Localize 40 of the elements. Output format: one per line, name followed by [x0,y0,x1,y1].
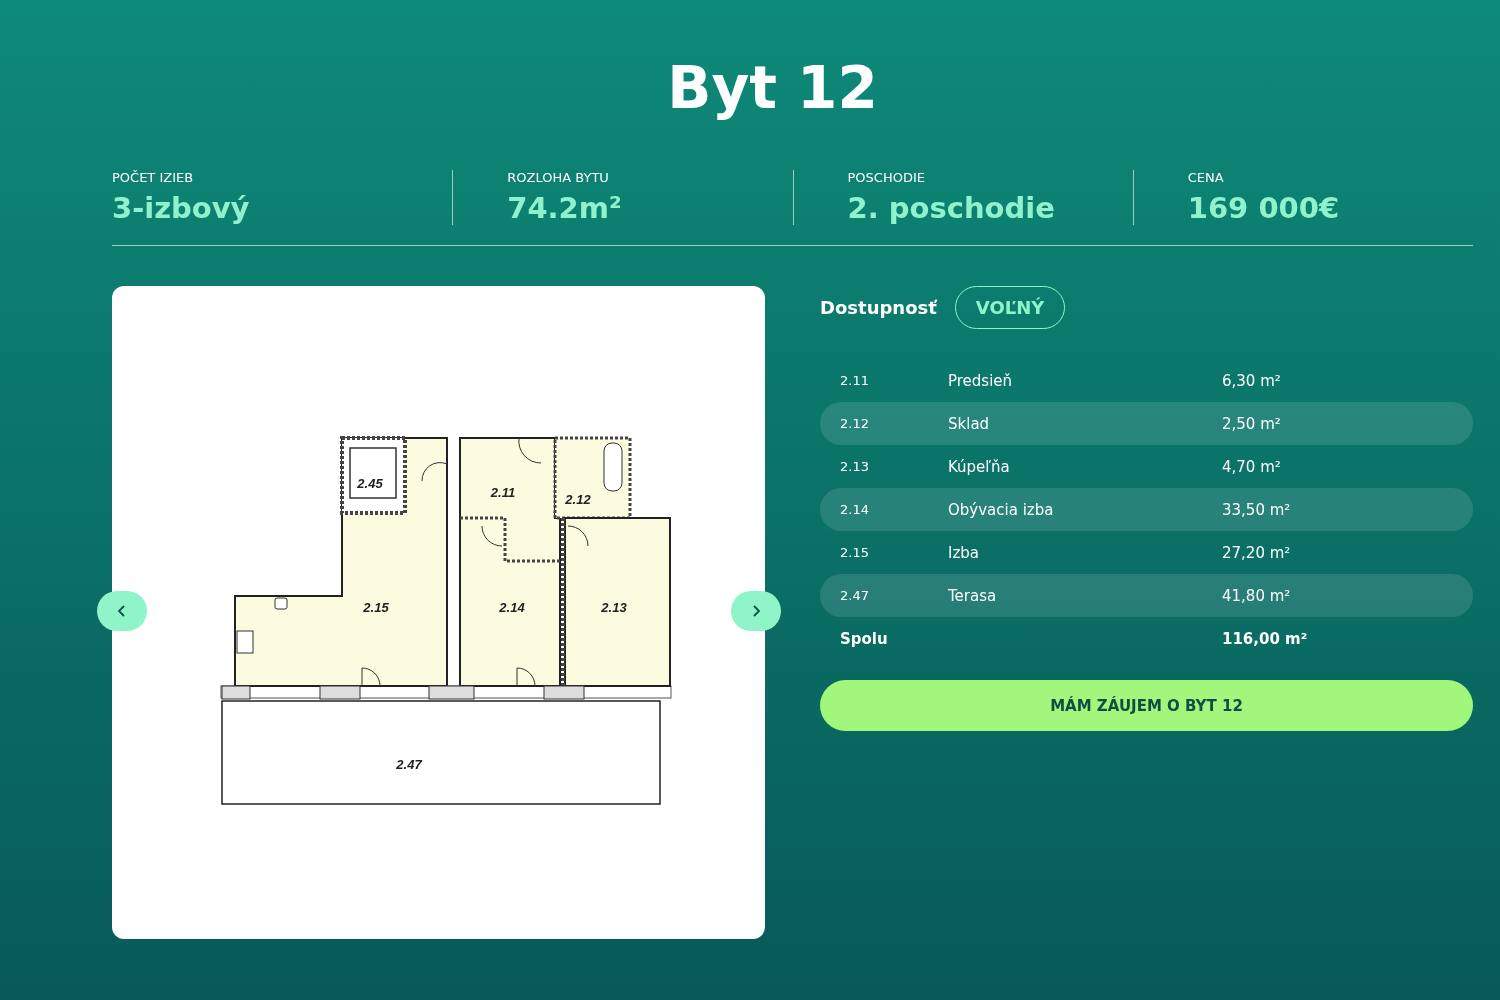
room-code: 2.47 [840,588,870,603]
room-name: Obývacia izba [948,500,1055,519]
room-label: 2.45 [357,476,383,491]
room-name: Predsieň [948,371,1014,390]
room-label: 2.15 [363,600,389,615]
room-label: 2.13 [601,600,627,615]
room-label: 2.11 [490,485,516,500]
page-title: Byt 12 [666,53,879,124]
room-code: 2.14 [840,502,870,517]
room-label: 2.14 [499,600,525,615]
availability-label: Dostupnosť [820,297,937,318]
stat-value: 2. poschodie [847,191,1056,225]
room-area: 27,20 m² [1222,543,1291,562]
room-area: 4,70 m² [1222,457,1281,476]
stat-value: 3-izbový [112,191,251,225]
room-label: 2.12 [565,492,591,507]
stat-value: 169 000€ [1187,191,1341,225]
room-area: 41,80 m² [1222,586,1291,605]
stat-label: POČET IZIEB [112,170,195,185]
stat-label: ROZLOHA BYTU [507,170,610,185]
room-label: 2.47 [396,757,422,772]
room-area: 33,50 m² [1222,500,1291,519]
previous-button[interactable] [97,591,147,631]
room-code: 2.13 [840,459,870,474]
stat-value: 74.2m² [507,191,623,225]
total-area: 116,00 m² [1222,629,1308,648]
room-area: 2,50 m² [1222,414,1281,433]
room-name: Sklad [948,414,991,433]
stat-label: CENA [1187,170,1225,185]
total-label: Spolu [840,629,889,648]
room-code: 2.11 [840,373,870,388]
stat-label: POSCHODIE [847,170,926,185]
room-name: Izba [948,543,980,562]
room-code: 2.15 [840,545,870,560]
room-area: 6,30 m² [1222,371,1281,390]
room-name: Terasa [948,586,998,605]
interest-button[interactable]: MÁM ZÁUJEM O BYT 12 [820,680,1473,731]
next-button[interactable] [731,591,781,631]
room-name: Kúpeľňa [948,457,1011,476]
room-code: 2.12 [840,416,870,431]
